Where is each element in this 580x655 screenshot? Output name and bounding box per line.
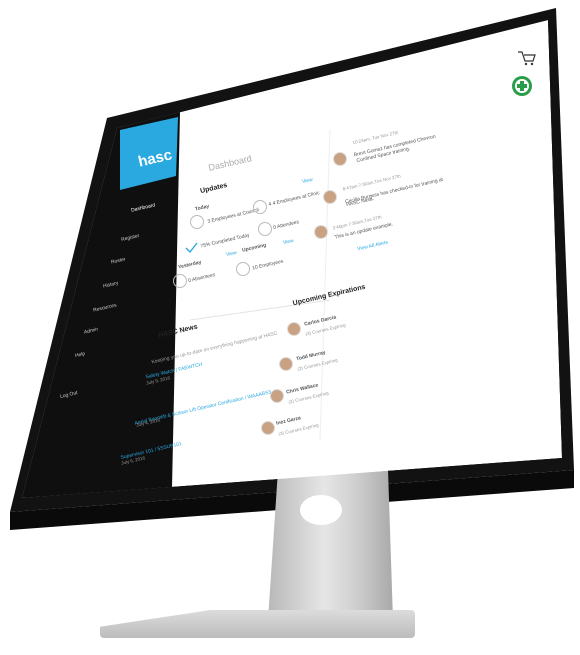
avatar xyxy=(270,389,284,403)
employees-clinic-icon xyxy=(253,200,267,214)
avatar xyxy=(314,225,328,239)
avatar xyxy=(279,357,293,371)
safety-cross-icon xyxy=(512,76,532,96)
employees-upcoming-icon xyxy=(236,262,250,276)
avatar xyxy=(261,421,275,435)
avatar xyxy=(323,190,337,204)
avatar xyxy=(333,152,347,166)
screen: Dashboard Register Roster History Resour… xyxy=(0,0,580,655)
attendees-icon xyxy=(258,222,272,236)
absentees-icon xyxy=(173,274,187,288)
employees-council-icon xyxy=(190,215,204,229)
apple-logo-icon:  xyxy=(190,465,208,483)
avatar xyxy=(287,322,301,336)
